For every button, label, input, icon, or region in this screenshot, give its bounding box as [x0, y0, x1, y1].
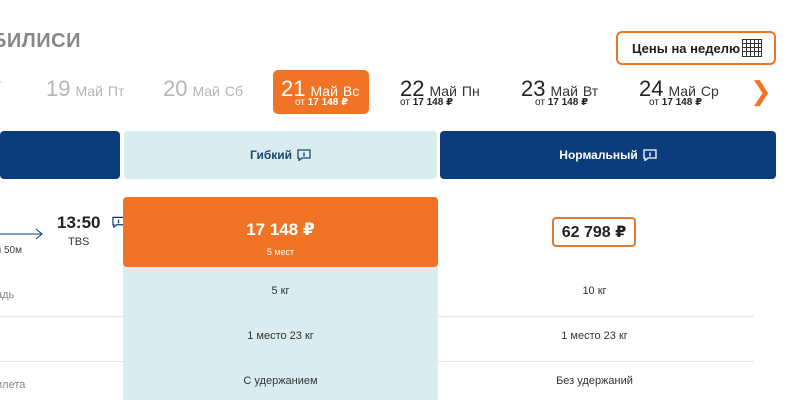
date-price-value: 17 148 ₽	[412, 97, 454, 108]
flexible-price-button[interactable]: 17 148 ₽ 5 мест	[123, 197, 438, 267]
date-price-value: 17 148 ₽	[307, 97, 349, 108]
row-divider	[438, 361, 754, 362]
tariff-header-flexible[interactable]: Гибкий	[124, 131, 437, 179]
row-divider	[438, 316, 754, 317]
date-dow: Ср	[700, 83, 719, 99]
tariff-header-partial[interactable]	[0, 131, 120, 179]
cell-flexible-hand-luggage: 5 кг	[271, 285, 290, 297]
date-tab-20[interactable]: 20 Май Сб	[163, 70, 259, 114]
date-price: от 17 148 ₽	[649, 97, 702, 108]
date-month: Май	[192, 83, 220, 99]
date-price-value: 17 148 ₽	[547, 97, 589, 108]
date-tab-23[interactable]: 23 Май Вт от 17 148 ₽	[521, 70, 617, 114]
info-icon[interactable]	[643, 149, 657, 161]
page-title: БИЛИСИ	[0, 30, 81, 52]
normal-price-button[interactable]: 62 798 ₽	[552, 217, 636, 247]
cell-normal-baggage: 1 место 23 кг	[561, 330, 628, 342]
date-tab-21[interactable]: 21 Май Вс от 17 148 ₽	[273, 70, 369, 114]
calendar-grid-icon	[742, 39, 762, 57]
date-day: 20	[163, 76, 188, 101]
row-divider	[0, 361, 123, 362]
cell-normal-refund: Без удержаний	[556, 375, 633, 387]
date-price-prefix: от	[649, 97, 659, 108]
row-label-hand-luggage: адь	[0, 289, 15, 301]
date-month: Май	[75, 83, 103, 99]
date-dow: Сб	[224, 83, 244, 99]
date-price-prefix: от	[400, 97, 410, 108]
tariff-flexible-label: Гибкий	[249, 148, 293, 162]
row-label-refund: илета	[0, 379, 26, 391]
cell-normal-hand-luggage: 10 кг	[582, 285, 607, 297]
date-dow: т	[0, 76, 1, 92]
date-tab-22[interactable]: 22 Май Пн от 17 148 ₽	[400, 70, 496, 114]
tariff-normal-label: Нормальный	[559, 148, 638, 162]
arrival-airport: TBS	[68, 236, 90, 248]
info-icon[interactable]	[297, 149, 311, 161]
flexible-price-amount: 17 148 ₽	[246, 220, 315, 239]
date-dow: Пн	[461, 83, 480, 99]
cell-flexible-baggage: 1 место 23 кг	[247, 330, 314, 342]
date-price: от 17 148 ₽	[535, 97, 588, 108]
date-price-prefix: от	[295, 97, 305, 108]
date-dow: Пт	[107, 83, 125, 99]
date-price: от 17 148 ₽	[400, 97, 453, 108]
date-price: от 17 148 ₽	[295, 97, 348, 108]
week-prices-label: Цены на неделю	[632, 40, 741, 56]
flexible-seats-left: 5 мест	[266, 247, 295, 257]
next-dates-arrow-icon[interactable]: ❯	[750, 76, 772, 107]
date-tab-19[interactable]: 19 Май Пт	[46, 70, 142, 114]
tariff-header-normal[interactable]: Нормальный	[440, 131, 776, 179]
week-prices-button[interactable]: Цены на неделю	[616, 31, 776, 65]
flight-duration: ч 50м	[0, 245, 22, 256]
date-price-value: 17 148 ₽	[661, 97, 703, 108]
date-price-prefix: от	[535, 97, 545, 108]
date-day: 19	[46, 76, 71, 101]
row-divider	[0, 316, 123, 317]
cell-flexible-refund: С удержанием	[243, 375, 318, 387]
arrival-time: 13:50	[57, 213, 101, 232]
date-tab-24[interactable]: 24 Май Ср от 17 148 ₽	[639, 70, 735, 114]
flight-arrow-icon	[0, 228, 43, 240]
